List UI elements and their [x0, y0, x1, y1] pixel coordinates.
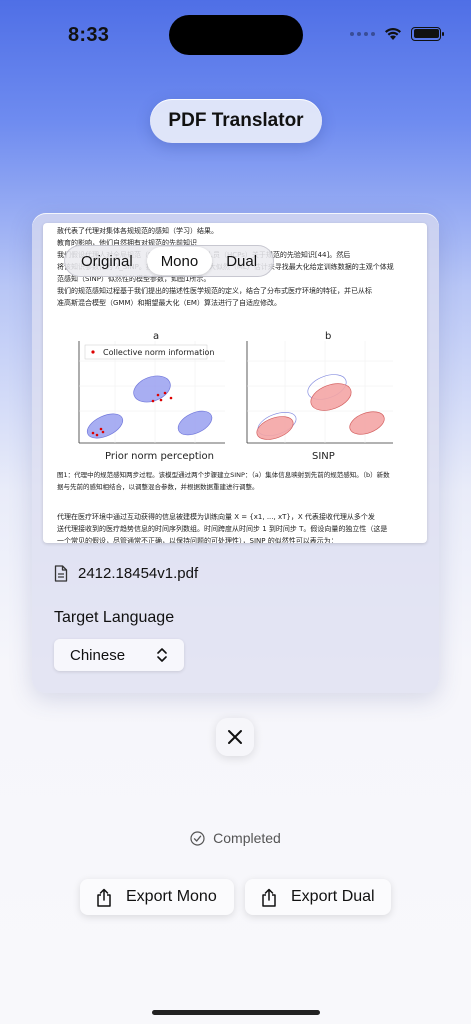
export-dual-label: Export Dual: [291, 888, 375, 905]
translation-card: 赦代表了代理对集体各规规范的感知（学习）结果。 教育的影响，他们自然拥有对规范的…: [32, 213, 439, 693]
target-language-select[interactable]: Chinese: [54, 639, 184, 671]
close-icon: [228, 730, 242, 744]
figure-legend-label: Collective norm information: [103, 348, 214, 357]
file-name: 2412.18454v1.pdf: [78, 565, 199, 582]
share-icon: [262, 888, 276, 907]
export-dual-button[interactable]: Export Dual: [245, 879, 391, 915]
segment-dual[interactable]: Dual: [212, 247, 271, 275]
close-button[interactable]: [216, 718, 254, 756]
status-icons: [350, 26, 444, 41]
check-circle-icon: [190, 830, 205, 846]
target-language-label: Target Language: [54, 609, 175, 626]
figure-xlabel-a: Prior norm perception: [105, 451, 214, 461]
cellular-signal-icon: [350, 31, 375, 36]
doc-paragraph-2: 我们的规范感知过程基于我们提出的描述性医学规范的定义，结合了分布式医疗环境的特征…: [57, 287, 372, 307]
doc-figure-caption: 图1：代理中的规范感知两步过程。该模型通过两个步骤建立SINP：（a）集体信息映…: [57, 471, 390, 491]
document-preview[interactable]: 赦代表了代理对集体各规规范的感知（学习）结果。 教育的影响，他们自然拥有对规范的…: [43, 223, 427, 543]
chevron-up-down-icon: [157, 648, 167, 662]
export-mono-label: Export Mono: [126, 888, 217, 905]
view-mode-segmented-control[interactable]: Original Mono Dual: [64, 245, 275, 277]
doc-figure: a Collective norm information Prior norm…: [78, 331, 393, 461]
home-indicator[interactable]: [152, 1010, 320, 1015]
segment-mono[interactable]: Mono: [146, 247, 213, 275]
app-title: PDF Translator: [150, 99, 322, 143]
share-icon: [97, 888, 111, 907]
figure-panel-a-label: a: [153, 331, 159, 342]
target-language-value: Chinese: [70, 646, 126, 664]
status-time: 8:33: [68, 24, 110, 46]
document-icon: [54, 565, 68, 582]
figure-xlabel-b: SINP: [312, 451, 335, 461]
status-row: Completed: [0, 830, 471, 846]
segment-original[interactable]: Original: [67, 247, 147, 275]
status-text: Completed: [213, 830, 281, 846]
figure-panel-b-label: b: [325, 331, 331, 342]
status-bar: 8:33: [0, 0, 471, 70]
wifi-icon: [385, 27, 401, 40]
dynamic-island: [169, 15, 303, 55]
doc-paragraph-3: 代理在医疗环境中通过互动获得的信息被建模为训练向量 X = {x1, ..., …: [57, 513, 388, 543]
export-mono-button[interactable]: Export Mono: [80, 879, 234, 915]
file-info: 2412.18454v1.pdf: [54, 565, 198, 582]
battery-icon: [411, 26, 444, 41]
